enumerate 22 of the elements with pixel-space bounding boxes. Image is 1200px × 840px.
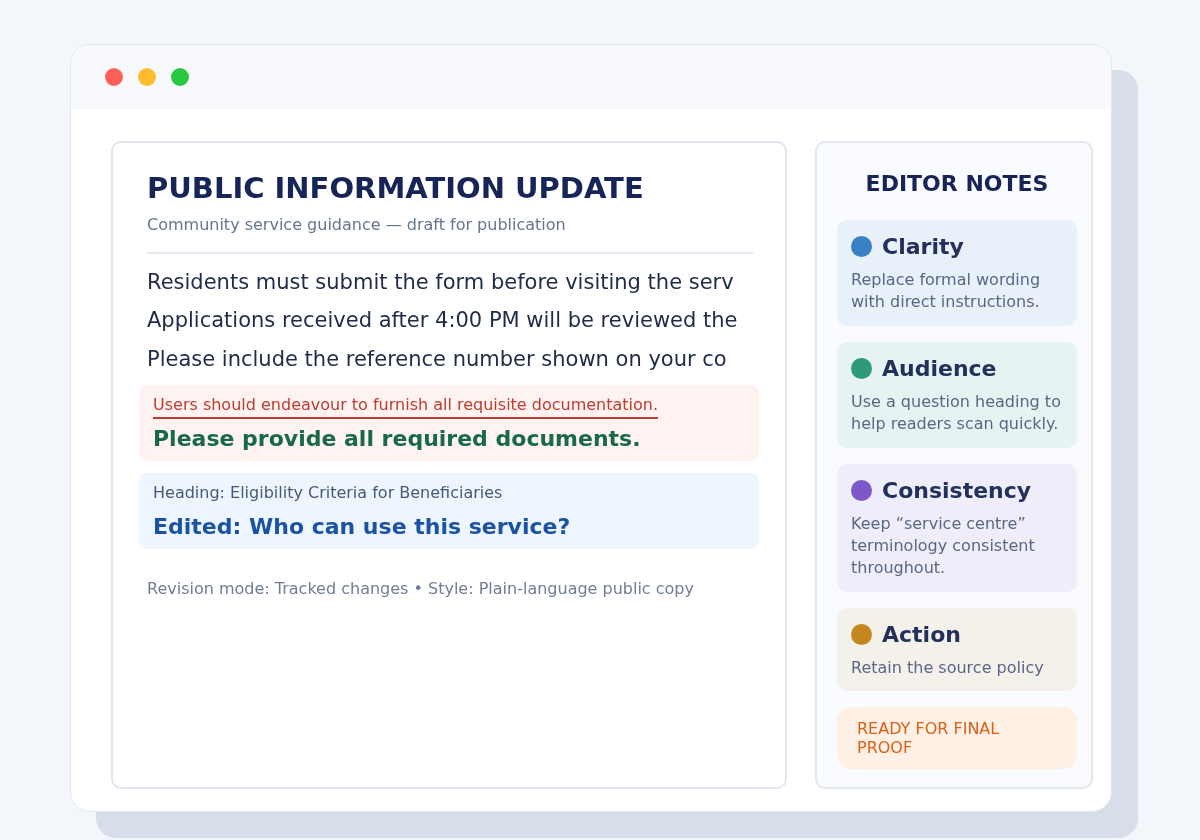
minimize-icon[interactable] xyxy=(138,68,156,86)
body-paragraph: Residents must submit the form before visiting the serv xyxy=(147,269,735,296)
note-title: Consistency xyxy=(882,477,1032,503)
close-icon[interactable] xyxy=(105,68,123,86)
body-paragraph: Please include the reference number shown on your co xyxy=(147,345,728,373)
document-title: PUBLIC INFORMATION UPDATE xyxy=(147,171,645,205)
note-title: Action xyxy=(882,621,961,647)
status-badge: READY FOR FINAL PROOF xyxy=(837,707,1077,770)
note-text: Retain the source policy xyxy=(851,656,1045,679)
note-title: Audience xyxy=(882,355,997,381)
maximize-icon[interactable] xyxy=(171,68,189,86)
revision-status: Revision mode: Tracked changes • Style: Plain-language public copy xyxy=(147,579,695,599)
revised-text: Edited: Who can use this service? xyxy=(153,514,572,540)
notes-title: EDITOR NOTES xyxy=(864,171,1050,196)
body-paragraph: Applications received after 4:00 PM will be reviewed the xyxy=(147,307,739,335)
note-title: Clarity xyxy=(882,234,964,259)
note-text: Use a question heading to help readers scan quickly. xyxy=(851,390,1062,436)
original-text: Heading: Eligibility Criteria for Beneficiaries xyxy=(153,483,504,503)
note-text: Keep “service centre” terminology consistent throughout. xyxy=(851,512,1036,580)
original-text: Users should endeavour to furnish all requisite documentation. xyxy=(153,395,660,415)
document-subtitle: Community service guidance — draft for publication xyxy=(147,215,567,234)
note-text: Replace formal wording with direct instructions. xyxy=(851,269,1042,314)
